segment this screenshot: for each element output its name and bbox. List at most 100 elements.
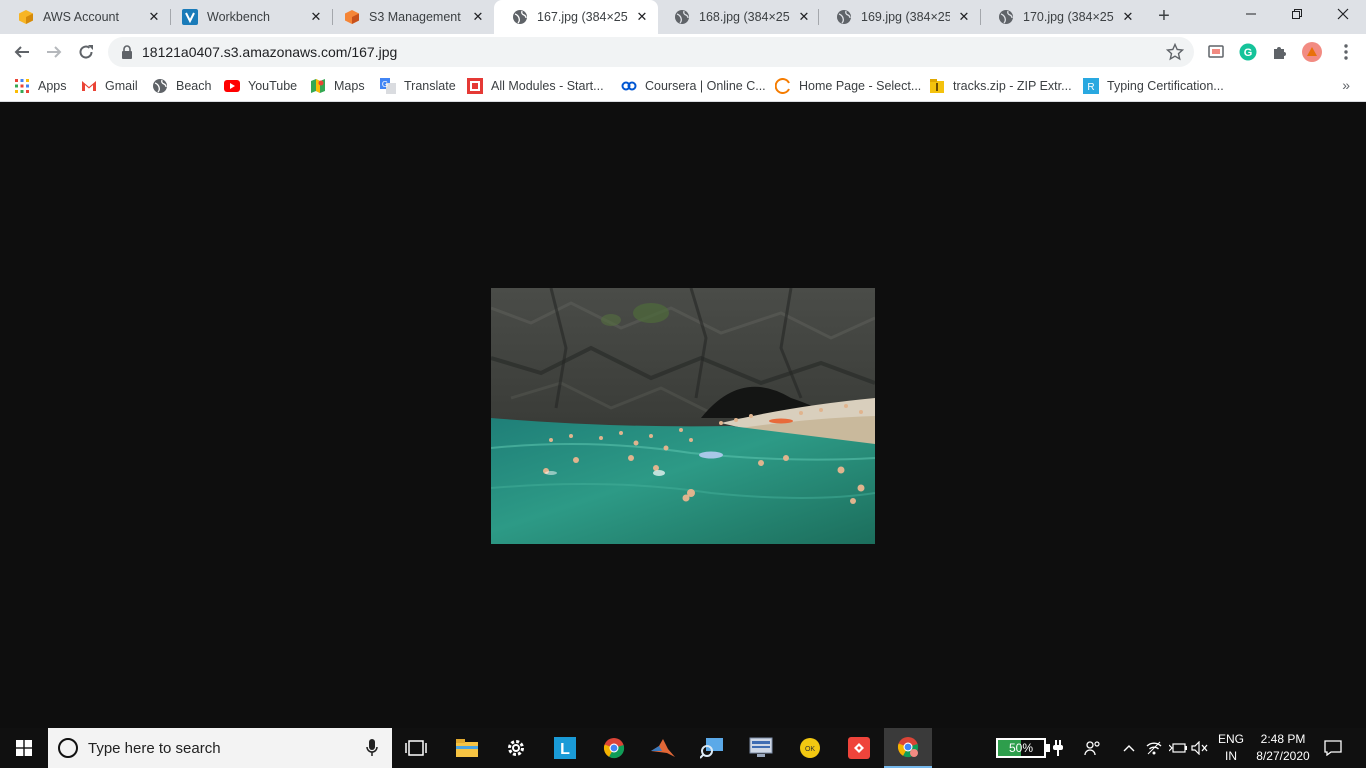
- microphone-icon[interactable]: [366, 739, 378, 757]
- bookmark-youtube[interactable]: YouTube: [224, 76, 297, 96]
- bookmark-apps[interactable]: Apps: [14, 76, 67, 96]
- battery-tray-icon[interactable]: [1168, 728, 1188, 768]
- bookmark-tracks-zip[interactable]: tracks.zip - ZIP Extr...: [929, 76, 1072, 96]
- vocareum-v-icon: [182, 9, 198, 25]
- clock-date: 8/27/2020: [1256, 749, 1310, 763]
- tab-169-jpg[interactable]: 169.jpg (384×256) ✕: [818, 0, 980, 34]
- bookmark-beach[interactable]: Beach: [152, 76, 211, 96]
- bookmark-label: Beach: [176, 79, 212, 93]
- close-window-button[interactable]: [1320, 0, 1366, 30]
- battery-indicator[interactable]: 50%: [996, 738, 1050, 758]
- chrome-button[interactable]: [590, 728, 638, 768]
- forward-button[interactable]: [40, 38, 68, 66]
- tab-aws-account[interactable]: AWS Account ✕: [0, 0, 170, 34]
- close-icon[interactable]: ✕: [634, 9, 650, 25]
- yellow-badge-icon: OK: [800, 738, 820, 758]
- close-icon: [1337, 8, 1349, 20]
- chrome-icon: [603, 738, 625, 759]
- chrome-active-button[interactable]: [884, 728, 932, 768]
- bookmark-label: Apps: [38, 79, 67, 93]
- start-button[interactable]: [0, 728, 48, 768]
- bookmark-label: Translate: [404, 79, 456, 93]
- tab-workbench[interactable]: Workbench ✕: [164, 0, 332, 34]
- search-placeholder: Type here to search: [88, 740, 221, 757]
- aws-account-icon: [18, 9, 34, 25]
- monitor-icon: [749, 737, 773, 757]
- file-explorer-button[interactable]: [443, 728, 491, 768]
- close-icon[interactable]: ✕: [956, 9, 972, 25]
- cast-extension-icon[interactable]: [1206, 42, 1226, 62]
- tab-title: S3 Management C: [369, 10, 464, 24]
- extensions-puzzle-icon[interactable]: [1270, 42, 1290, 62]
- beach-photo[interactable]: [491, 288, 875, 544]
- settings-button[interactable]: [492, 728, 540, 768]
- grammarly-icon[interactable]: G: [1238, 42, 1258, 62]
- tab-167-jpg[interactable]: 167.jpg (384×256) ✕: [494, 0, 658, 34]
- clock-time: 2:48 PM: [1260, 732, 1306, 746]
- matlab-button[interactable]: [639, 728, 687, 768]
- matlab-icon: [651, 739, 675, 757]
- bookmark-typing-certification[interactable]: R Typing Certification...: [1083, 76, 1224, 96]
- tab-168-jpg[interactable]: 168.jpg (384×256) ✕: [656, 0, 820, 34]
- lang-bottom: IN: [1225, 749, 1237, 763]
- gear-icon: [508, 740, 524, 756]
- app-l-button[interactable]: L: [541, 728, 589, 768]
- tab-title: AWS Account: [43, 10, 119, 24]
- minimize-button[interactable]: [1228, 0, 1274, 30]
- chevron-up-icon[interactable]: [1120, 728, 1138, 768]
- chrome-menu-icon[interactable]: [1336, 42, 1356, 62]
- sticky-app-button[interactable]: OK: [786, 728, 834, 768]
- restore-icon: [1292, 9, 1302, 19]
- profile-avatar-icon[interactable]: [1302, 42, 1322, 62]
- bookmark-gmail[interactable]: Gmail: [81, 76, 138, 96]
- bookmark-coursera[interactable]: Coursera | Online C...: [621, 76, 766, 96]
- people-icon[interactable]: [1082, 728, 1104, 768]
- bookmarks-overflow-chevron-icon[interactable]: »: [1342, 77, 1350, 93]
- back-button[interactable]: [8, 38, 36, 66]
- bookmark-home-page[interactable]: Home Page - Select...: [775, 76, 921, 96]
- lock-icon: [122, 45, 132, 59]
- tab-title: 168.jpg (384×256): [699, 10, 790, 24]
- image-viewer: [0, 103, 1366, 728]
- tab-170-jpg[interactable]: 170.jpg (384×256) ✕: [980, 0, 1144, 34]
- address-bar[interactable]: 18121a0407.s3.amazonaws.com/167.jpg: [108, 37, 1194, 67]
- close-icon[interactable]: ✕: [146, 9, 162, 25]
- network-app-button[interactable]: [737, 728, 785, 768]
- svg-text:G: G: [382, 80, 388, 89]
- tab-title: 169.jpg (384×256): [861, 10, 950, 24]
- close-icon[interactable]: ✕: [470, 9, 486, 25]
- speaker-muted-icon[interactable]: [1190, 728, 1210, 768]
- wifi-icon[interactable]: [1144, 728, 1164, 768]
- url-text: 18121a0407.s3.amazonaws.com/167.jpg: [142, 44, 398, 60]
- close-icon[interactable]: ✕: [1120, 9, 1136, 25]
- modules-icon: [467, 78, 483, 94]
- s3-bucket-icon: [344, 9, 360, 25]
- anydesk-button[interactable]: [835, 728, 883, 768]
- minimize-icon: [1246, 13, 1256, 15]
- tab-s3-management[interactable]: S3 Management C ✕: [326, 0, 494, 34]
- svg-text:G: G: [1244, 47, 1253, 59]
- bookmark-all-modules[interactable]: All Modules - Start...: [467, 76, 604, 96]
- bookmark-maps[interactable]: Maps: [310, 76, 365, 96]
- system-clock[interactable]: 2:48 PM 8/27/2020: [1246, 731, 1320, 765]
- action-center-icon[interactable]: [1318, 728, 1348, 768]
- tab-title: Workbench: [207, 10, 270, 24]
- task-view-icon: [405, 740, 427, 756]
- taskbar-search-input[interactable]: Type here to search: [48, 728, 392, 768]
- battery-percent: 50%: [1008, 741, 1034, 755]
- input-language[interactable]: ENG IN: [1214, 731, 1248, 765]
- bookmark-star-icon[interactable]: [1166, 43, 1184, 61]
- bookmark-translate[interactable]: G Translate: [380, 76, 456, 96]
- bookmark-label: Coursera | Online C...: [645, 79, 766, 93]
- reload-button[interactable]: [72, 38, 100, 66]
- task-view-button[interactable]: [392, 728, 440, 768]
- remote-desktop-button[interactable]: [688, 728, 736, 768]
- close-icon[interactable]: ✕: [308, 9, 324, 25]
- bookmark-label: All Modules - Start...: [491, 79, 604, 93]
- power-plug-icon[interactable]: [1050, 728, 1066, 768]
- tab-title: 167.jpg (384×256): [537, 10, 628, 24]
- coursera-icon: [621, 78, 637, 94]
- new-tab-button[interactable]: +: [1152, 5, 1176, 29]
- close-icon[interactable]: ✕: [796, 9, 812, 25]
- restore-button[interactable]: [1274, 0, 1320, 30]
